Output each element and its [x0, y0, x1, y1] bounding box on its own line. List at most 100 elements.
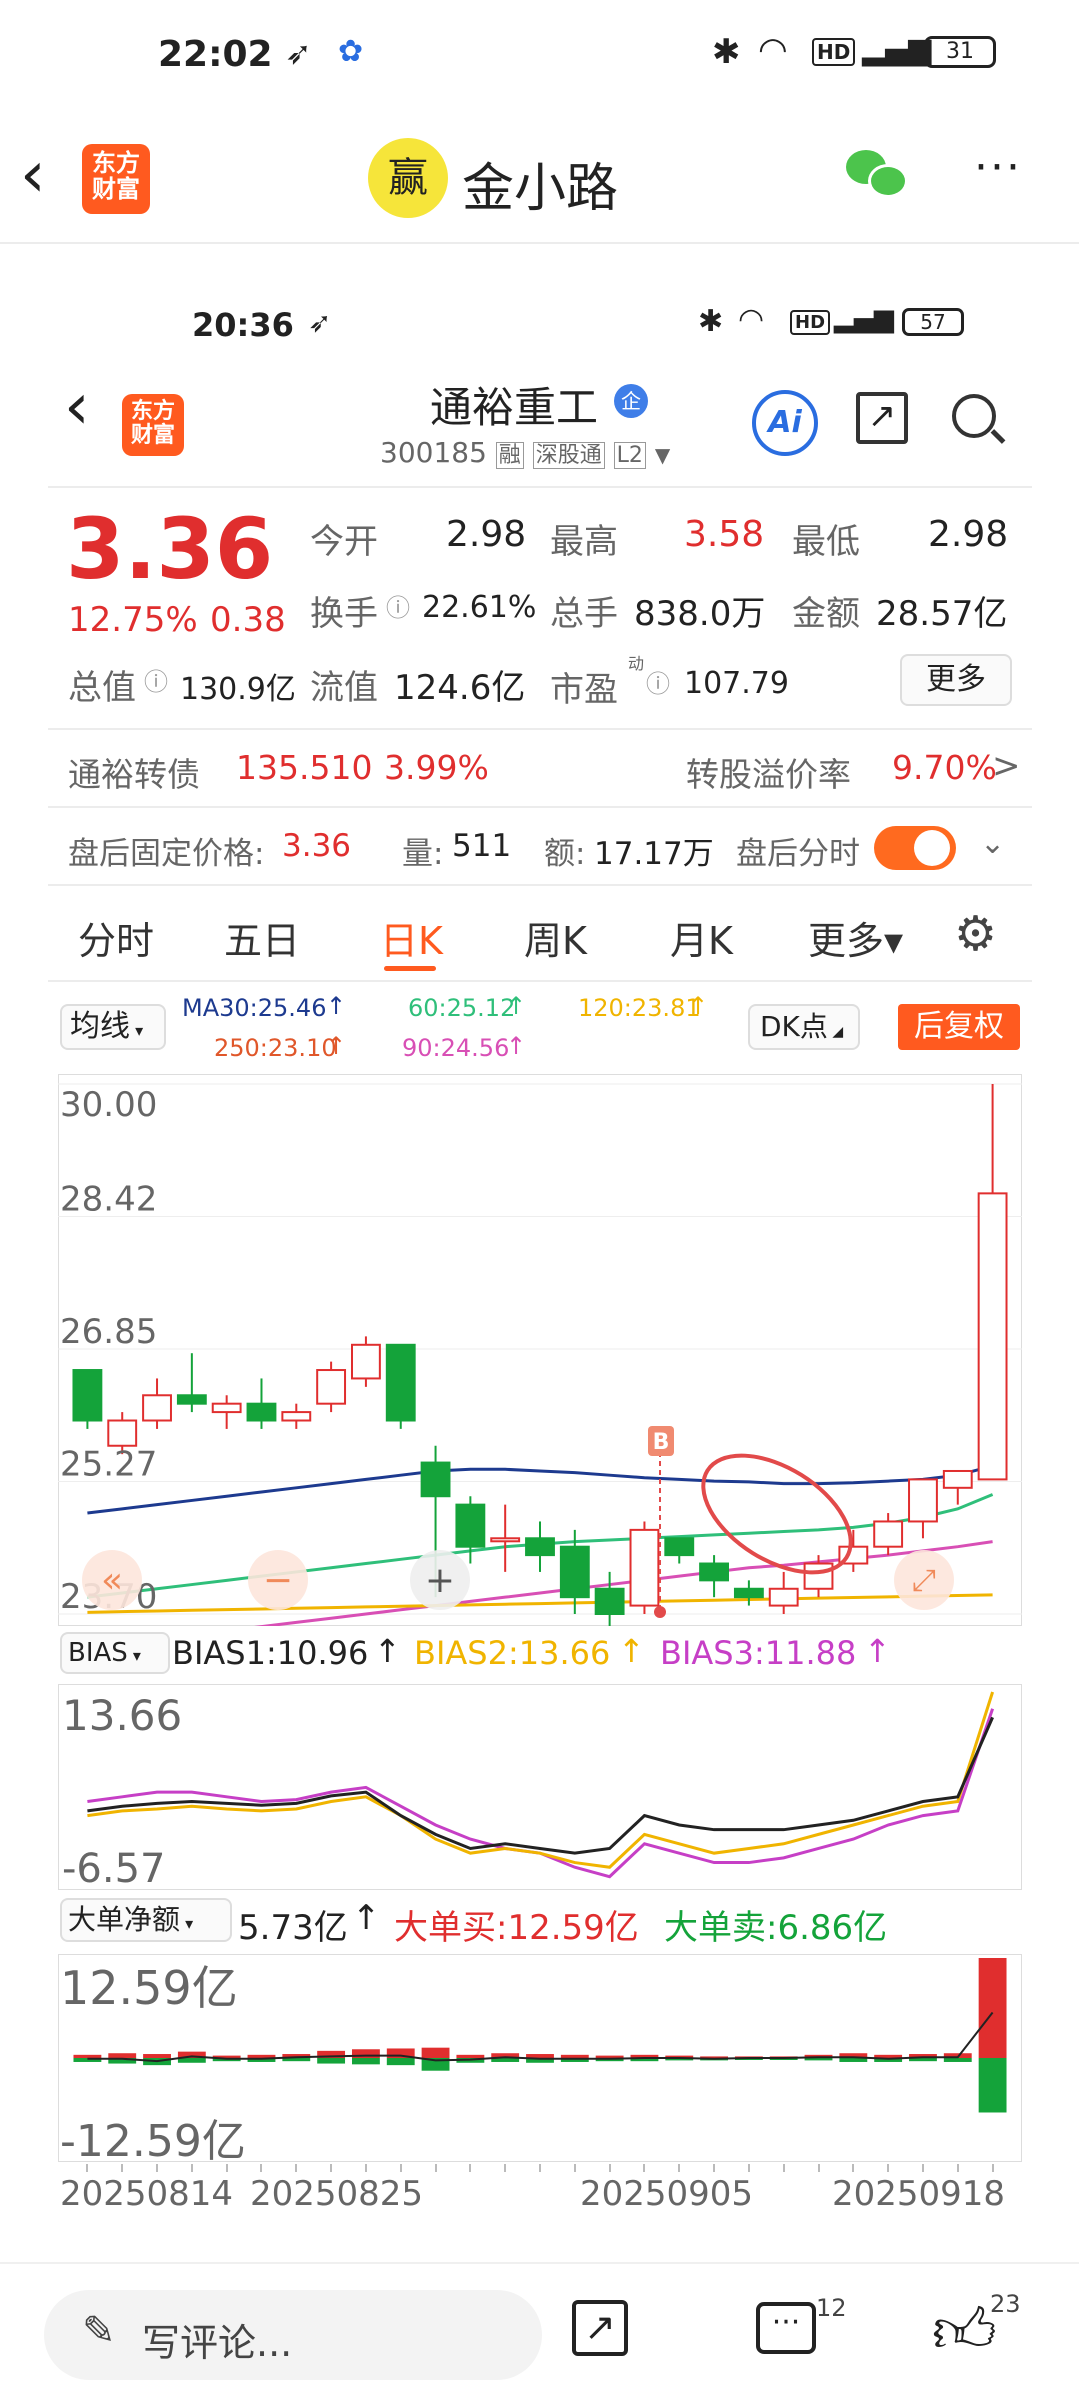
tab-monthly-k[interactable]: 月K	[670, 910, 733, 965]
date-axis-ticks	[58, 2164, 1022, 2174]
bigorder-buy-bar	[560, 2054, 589, 2058]
bigorder-sell-bar	[943, 2058, 972, 2062]
share-icon[interactable]: ↗	[856, 392, 908, 444]
bias3-arrow: ↑	[864, 1632, 891, 1670]
candle-body	[699, 1562, 729, 1582]
ma120-arrow: ↑	[688, 992, 709, 1020]
comments-icon[interactable]: ···	[756, 2302, 816, 2354]
outer-header: ‹ 东方 财富 赢 金小路 ···	[0, 120, 1079, 240]
dk-point-select[interactable]: DK点 ◢	[748, 1004, 860, 1050]
stock-name: 通裕重工	[430, 383, 599, 432]
tabs-divider	[48, 980, 1032, 982]
user-avatar[interactable]: 赢	[368, 138, 448, 218]
ma120-value: 120:23.81	[578, 994, 701, 1022]
stock-logo-line1: 东方	[130, 399, 175, 424]
date-tick	[713, 2164, 716, 2172]
bias-header: BIAS ▾ BIAS1:10.96 ↑ BIAS2:13.66 ↑ BIAS3…	[0, 1630, 1079, 1680]
date-tick	[295, 2164, 298, 2172]
bigorder-net-arrow: ↑	[352, 1898, 381, 1938]
ah-timeline-toggle[interactable]	[874, 826, 956, 870]
eastmoney-logo: 东方 财富	[82, 144, 150, 214]
candle-body	[281, 1411, 312, 1422]
pencil-icon: ✎	[82, 2308, 116, 2354]
turnover-info-icon[interactable]: ⓘ	[386, 588, 410, 623]
nav-back-icon[interactable]: «	[101, 1560, 123, 1601]
outer-status-bar: 22:02 ➶ ✿ ✱ ◠ HD ▂▄▆ 31	[0, 30, 1079, 80]
volume-label: 总手	[550, 594, 618, 634]
ma-select[interactable]: 均线 ▾	[60, 1004, 166, 1050]
ah-expand-icon[interactable]: ⌄	[980, 826, 1005, 861]
date-tick	[643, 2164, 646, 2172]
candle-body	[525, 1537, 555, 1557]
date-tick	[330, 2164, 333, 2172]
hd-icon: HD	[812, 38, 856, 66]
candle-body	[490, 1537, 521, 1543]
more-icon[interactable]: ···	[974, 142, 1022, 193]
candle-body	[385, 1343, 416, 1422]
bigorder-select[interactable]: 大单净额 ▾	[60, 1898, 232, 1942]
tab-five-day[interactable]: 五日	[224, 910, 300, 965]
volume-value: 838.0万	[634, 594, 766, 634]
change-value: 0.38	[210, 600, 286, 640]
candle-body	[629, 1528, 660, 1607]
candle-body	[420, 1461, 451, 1498]
forward-icon[interactable]: ↗	[572, 2300, 628, 2356]
candle-body	[142, 1394, 172, 1422]
date-axis: 20250814 20250825 20250905 20250918	[0, 2164, 1079, 2224]
bias-select[interactable]: BIAS ▾	[60, 1632, 170, 1674]
tab-more[interactable]: 更多▾	[808, 910, 903, 965]
bias-select-caret: ▾	[127, 1646, 141, 1665]
tab-weekly-k[interactable]: 周K	[524, 910, 587, 965]
bigorder-buy: 大单买:12.59亿	[394, 1908, 639, 1948]
date-tick	[86, 2164, 89, 2172]
ai-button[interactable]: Ai	[752, 390, 818, 456]
open-label: 今开	[310, 522, 378, 562]
quote-divider	[48, 728, 1032, 730]
pe-info-icon[interactable]: ⓘ	[646, 664, 670, 699]
code-dropdown-icon[interactable]: ▼	[655, 443, 670, 467]
low-value: 2.98	[928, 514, 1009, 555]
zoom-out-icon[interactable]: −	[263, 1560, 293, 1601]
restoration-button[interactable]: 后复权	[898, 1004, 1020, 1050]
baidu-icon: ✿	[338, 34, 364, 69]
bigorder-chart[interactable]: 12.59亿 -12.59亿	[58, 1954, 1022, 2162]
wechat-icon[interactable]	[846, 150, 908, 200]
chart-settings-icon[interactable]: ⚙	[954, 906, 997, 962]
comment-input[interactable]: ✎ 写评论...	[44, 2290, 542, 2380]
dk-caret: ◢	[827, 1024, 844, 1040]
more-button[interactable]: 更多	[900, 654, 1012, 706]
bigorder-y-bottom: -12.59亿	[60, 2116, 246, 2162]
fullscreen-icon[interactable]: ⤢	[912, 1563, 936, 1598]
bond-price: 135.510	[236, 748, 373, 787]
bond-pct: 3.99%	[384, 748, 489, 787]
comment-placeholder: 写评论...	[142, 2321, 293, 2365]
logo-line2: 财富	[92, 175, 140, 204]
tab-timeshare[interactable]: 分时	[78, 910, 154, 965]
premium-label: 转股溢价率	[686, 755, 851, 794]
bigorder-buy-bar	[978, 1958, 1007, 2058]
date-tick	[121, 2164, 124, 2172]
ma30-value: MA30:25.46	[182, 994, 327, 1022]
stock-eastmoney-logo: 东方 财富	[122, 394, 184, 456]
pe-sup: 动	[628, 654, 645, 673]
turnover-value: 22.61%	[422, 590, 537, 625]
candle-body	[733, 1587, 764, 1599]
search-icon[interactable]	[952, 394, 1006, 444]
bias-y-bottom: -6.57	[62, 1846, 166, 1890]
mktcap-info-icon[interactable]: ⓘ	[144, 662, 168, 697]
back-icon[interactable]: ‹	[20, 138, 46, 212]
kline-chart[interactable]: 30.0028.4226.8525.2723.70 B « − + ⤢	[58, 1074, 1022, 1626]
zoom-in-icon[interactable]: +	[425, 1560, 455, 1601]
tab-daily-k[interactable]: 日K	[380, 910, 443, 965]
kline-y-label: 28.42	[60, 1180, 157, 1220]
bond-row[interactable]: 通裕转债 135.510 3.99% 转股溢价率 9.70% >	[0, 740, 1079, 800]
inner-status-time: 20:36	[192, 306, 294, 344]
ma-select-caret: ▾	[130, 1021, 144, 1040]
bias1-value: BIAS1:10.96	[172, 1634, 369, 1672]
premium-arrow: >	[992, 746, 1021, 786]
bigorder-net: 5.73亿	[238, 1908, 348, 1948]
stock-back-icon[interactable]: ‹	[64, 370, 90, 444]
float-value: 124.6亿	[394, 668, 526, 708]
like-icon[interactable]: 👍︎	[932, 2294, 997, 2369]
bias-chart[interactable]: 13.66 -6.57	[58, 1684, 1022, 1890]
